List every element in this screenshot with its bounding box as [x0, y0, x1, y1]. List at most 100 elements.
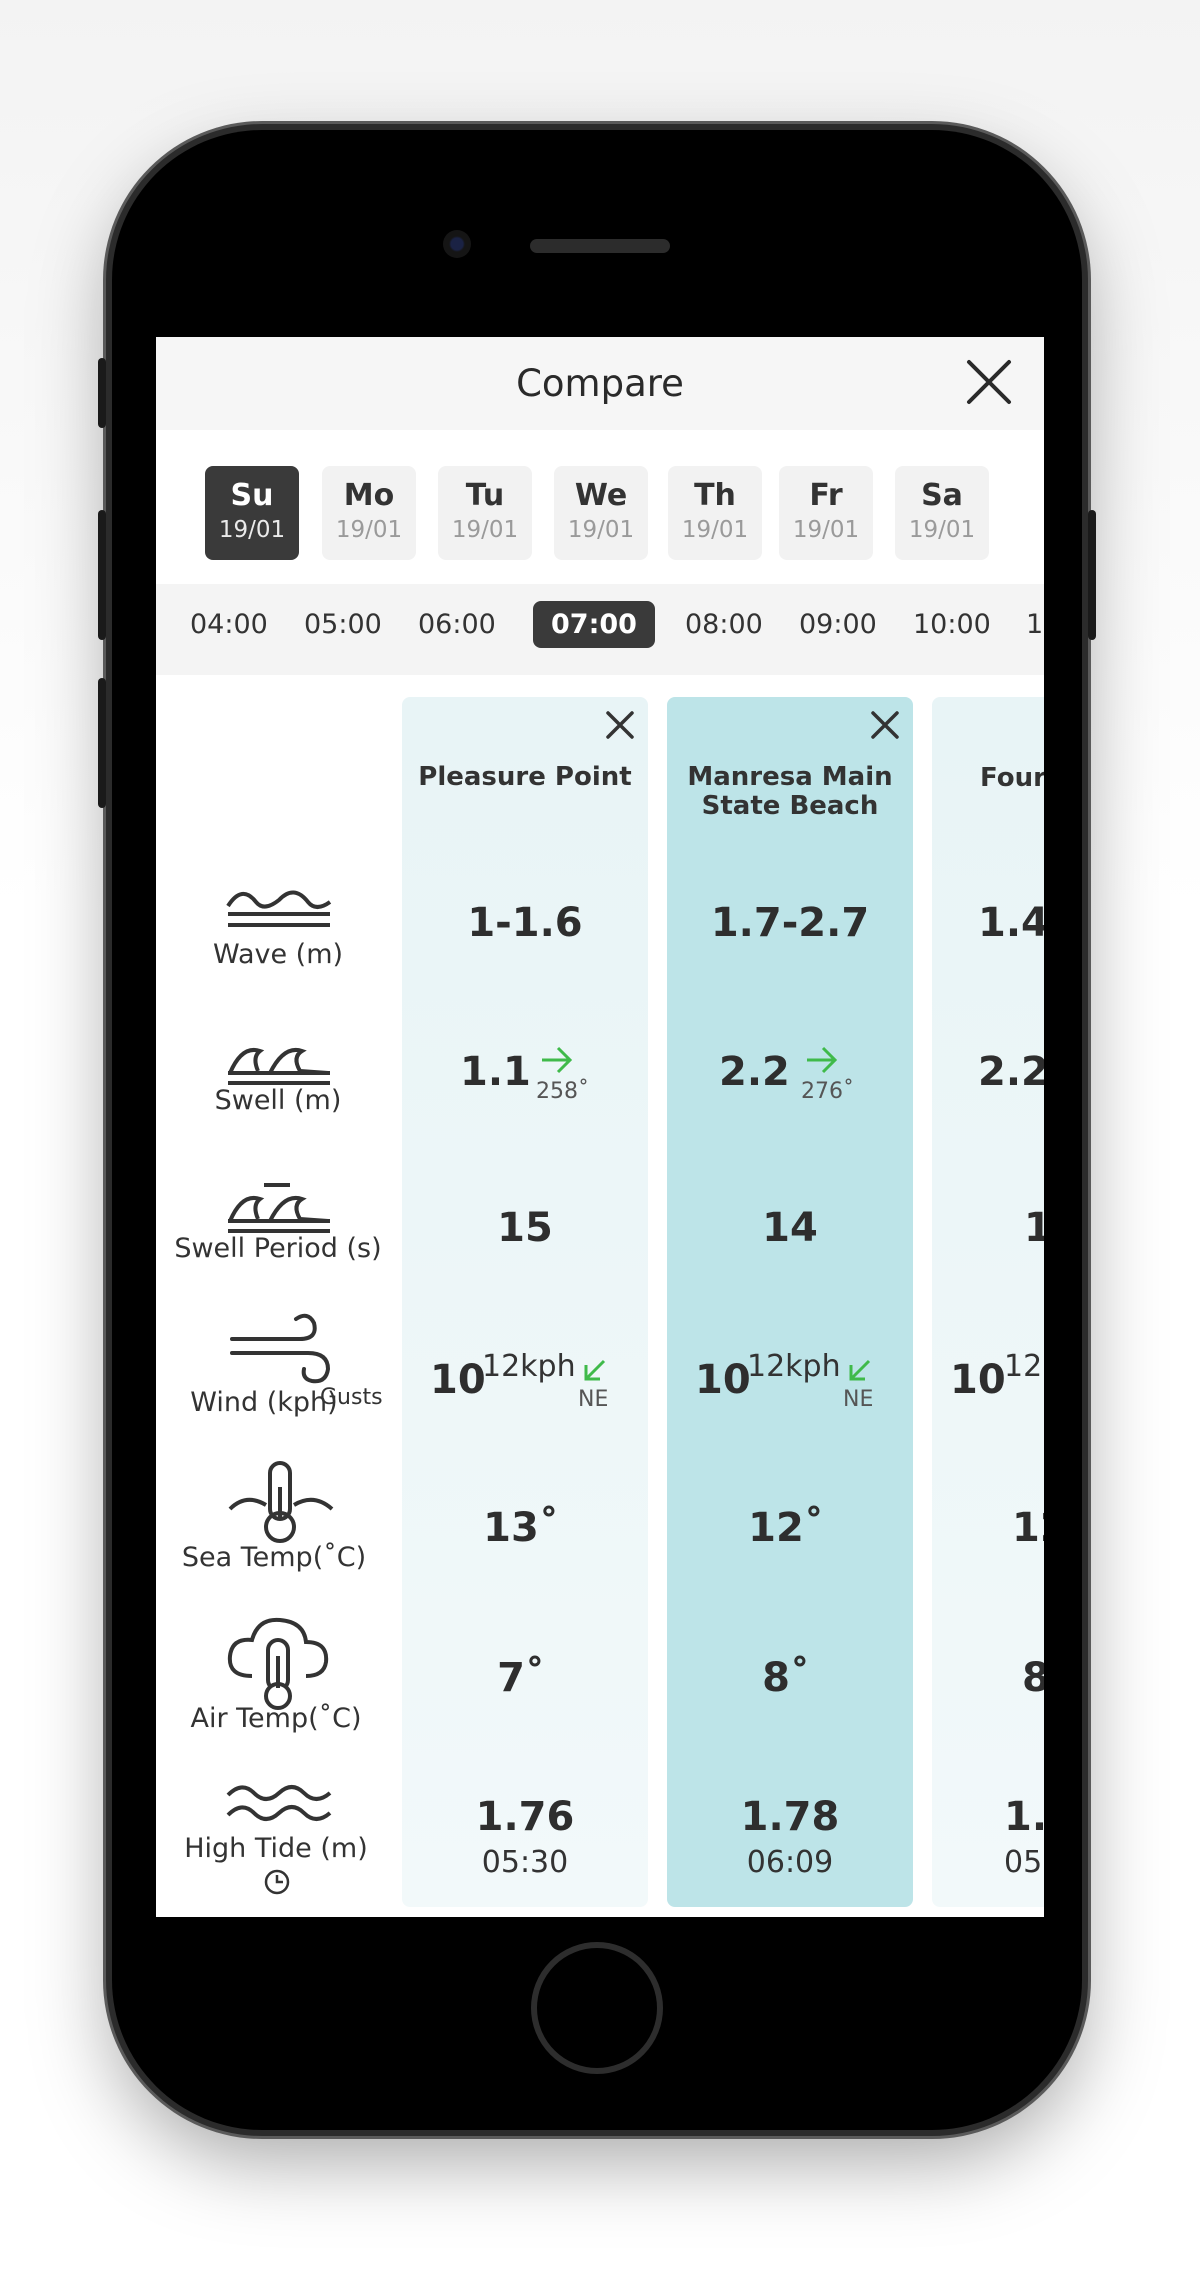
swell-direction: 276˚ — [801, 1079, 854, 1104]
swell-value: 1.1 — [460, 1049, 531, 1095]
gusts-label: Gusts — [320, 1385, 383, 1410]
sea-temp-value: 12 — [1012, 1505, 1044, 1551]
high-tide-label: High Tide (m) — [184, 1833, 368, 1864]
top-bar: Compare — [156, 337, 1044, 430]
wave-value: 1-1.6 — [467, 900, 583, 946]
day-name: We — [574, 478, 628, 513]
front-camera — [443, 230, 471, 258]
day-tab-fr[interactable]: Fr 19/01 — [779, 466, 873, 560]
sea-temp-value: 12˚ — [748, 1505, 824, 1551]
wind-gusts-value: 12kph — [747, 1349, 841, 1384]
tide-icon — [226, 1785, 332, 1821]
time-option[interactable]: 04:00 — [190, 609, 268, 640]
day-date: 19/01 — [567, 517, 635, 543]
spot-name-line: Manresa Main — [687, 762, 893, 792]
wind-direction: NE — [843, 1387, 874, 1412]
app-screen: Compare Su 19/01 Mo 19/01 Tu 19/01 We 19… — [156, 337, 1044, 1917]
day-name: Tu — [465, 478, 505, 513]
swell-period-label: Swell Period (s) — [174, 1233, 382, 1264]
day-name: Sa — [921, 478, 963, 513]
spot-name: Four — [980, 763, 1044, 793]
day-date: 19/01 — [681, 517, 749, 543]
wave-value: 1.4 — [978, 900, 1044, 946]
day-date: 19/01 — [218, 517, 286, 543]
day-name: Th — [694, 478, 736, 513]
wind-value: 10 — [950, 1357, 1006, 1403]
day-name: Fr — [809, 478, 843, 513]
swell-label: Swell (m) — [214, 1085, 342, 1116]
tide-time: 05:30 — [481, 1845, 569, 1880]
tide-value: 1. — [1004, 1794, 1044, 1840]
spot-column-four[interactable]: Four 1.4 2.2 1 10 12 12 8 1. 05 — [932, 697, 1044, 1907]
home-button[interactable] — [531, 1942, 663, 2074]
time-selector: 04:00 05:00 06:00 07:00 08:00 09:00 10:0… — [156, 584, 1044, 675]
wind-gusts-value: 12 — [1004, 1349, 1043, 1384]
spot-name-line: State Beach — [701, 791, 879, 821]
wind-value: 10 — [430, 1357, 486, 1403]
volume-down-button — [98, 678, 106, 808]
tide-time: 06:09 — [746, 1845, 834, 1880]
sea-temp-label: Sea Temp(˚C) — [181, 1542, 367, 1573]
tide-value: 1.76 — [475, 1794, 575, 1840]
swell-period-icon — [228, 1183, 330, 1233]
spot-name: Pleasure Point — [418, 762, 632, 792]
time-option[interactable]: 08:00 — [685, 609, 763, 640]
spot-column-manresa[interactable]: Manresa Main State Beach 1.7-2.7 2.2 276… — [667, 697, 913, 1907]
close-button[interactable] — [964, 357, 1014, 407]
time-option[interactable]: 06:00 — [418, 609, 496, 640]
remove-spot-button[interactable] — [865, 705, 905, 745]
swell-icon — [228, 1048, 330, 1085]
tide-value: 1.78 — [740, 1794, 840, 1840]
tide-time: 05 — [1004, 1845, 1043, 1880]
direction-arrow-icon — [542, 1046, 573, 1074]
swell-direction: 258˚ — [536, 1079, 589, 1104]
time-option[interactable]: 05:00 — [304, 609, 382, 640]
clock-icon — [264, 1869, 290, 1895]
page-title: Compare — [516, 362, 684, 405]
direction-arrow-icon — [807, 1046, 838, 1074]
close-icon — [967, 360, 1011, 404]
day-tab-mo[interactable]: Mo 19/01 — [322, 466, 416, 560]
wind-icon — [230, 1313, 331, 1384]
volume-up-button — [98, 510, 106, 640]
air-temp-label: Air Temp(˚C) — [190, 1703, 362, 1734]
close-icon — [606, 711, 634, 739]
day-tab-su[interactable]: Su 19/01 — [205, 466, 299, 560]
time-option[interactable]: 09:00 — [799, 609, 877, 640]
spot-column-pleasure-point[interactable]: Pleasure Point 1-1.6 1.1 258˚ 15 10 12kp… — [402, 697, 648, 1907]
day-tab-we[interactable]: We 19/01 — [554, 466, 648, 560]
day-tab-sa[interactable]: Sa 19/01 — [895, 466, 989, 560]
day-tab-tu[interactable]: Tu 19/01 — [438, 466, 532, 560]
wind-value: 10 — [695, 1357, 751, 1403]
air-temp-value: 7˚ — [497, 1655, 545, 1701]
day-name: Su — [230, 478, 274, 513]
wind-direction: NE — [578, 1387, 609, 1412]
day-selector: Su 19/01 Mo 19/01 Tu 19/01 We 19/01 Th 1… — [156, 430, 1044, 580]
direction-arrow-icon — [584, 1359, 606, 1381]
time-option[interactable]: 1 — [1026, 609, 1043, 640]
wind-gusts-value: 12kph — [482, 1349, 576, 1384]
mute-switch — [98, 358, 106, 428]
swell-value: 2.2 — [978, 1049, 1044, 1095]
day-name: Mo — [343, 478, 395, 513]
wave-label: Wave (m) — [212, 939, 344, 970]
time-option-selected[interactable]: 07:00 — [533, 601, 655, 648]
time-option[interactable]: 10:00 — [913, 609, 991, 640]
sea-temp-value: 13˚ — [483, 1505, 559, 1551]
swell-value: 2.2 — [719, 1049, 790, 1095]
day-date: 19/01 — [335, 517, 403, 543]
remove-spot-button[interactable] — [600, 705, 640, 745]
close-icon — [871, 711, 899, 739]
spot-name: Manresa Main State Beach — [667, 763, 913, 821]
wave-value: 1.7-2.7 — [710, 900, 870, 946]
earpiece-speaker — [530, 239, 670, 253]
air-temperature-icon — [227, 1617, 329, 1710]
wave-icon — [226, 890, 332, 927]
day-date: 19/01 — [908, 517, 976, 543]
air-temp-value: 8 — [1022, 1655, 1044, 1701]
power-button — [1088, 510, 1096, 640]
air-temp-value: 8˚ — [762, 1655, 810, 1701]
day-date: 19/01 — [792, 517, 860, 543]
day-tab-th[interactable]: Th 19/01 — [668, 466, 762, 560]
swell-period-value: 1 — [1024, 1205, 1044, 1251]
